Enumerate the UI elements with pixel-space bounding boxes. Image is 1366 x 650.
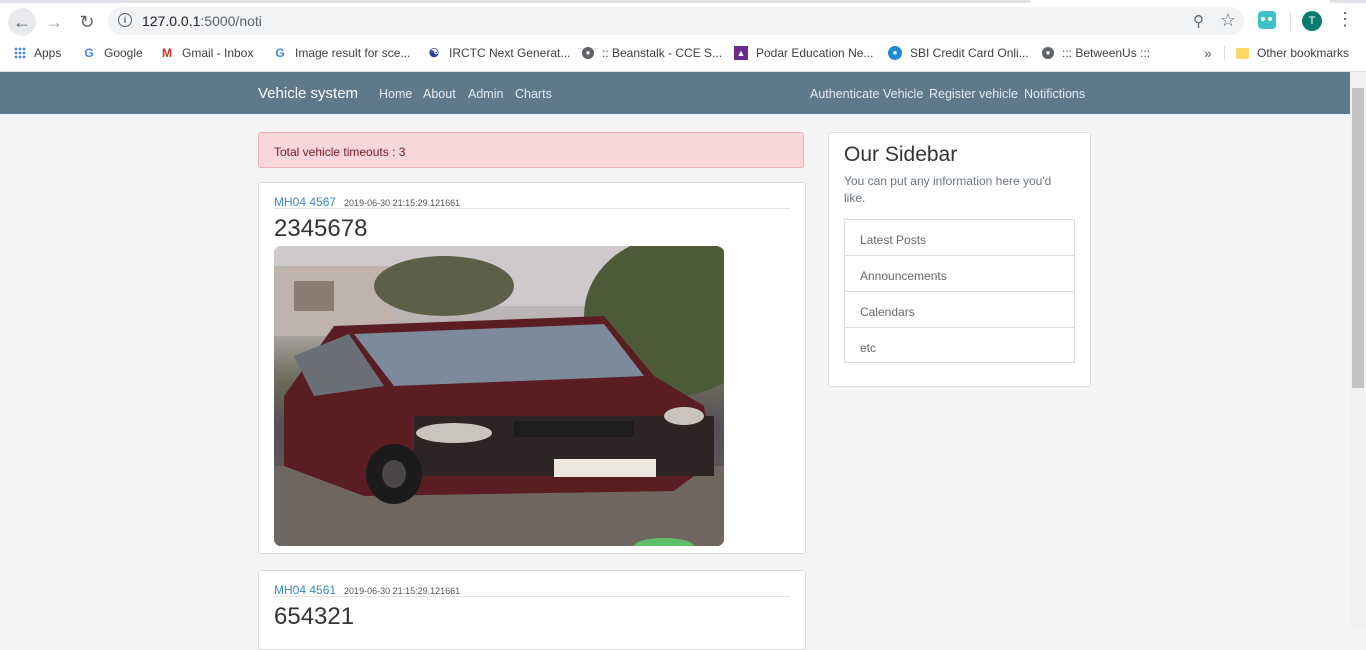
globe-icon: ● (1042, 47, 1054, 59)
reload-button[interactable]: ↻ (73, 8, 101, 36)
active-tab[interactable] (1030, 0, 1330, 3)
sidebar-item-calendars[interactable]: Calendars (844, 291, 1075, 327)
apps-grid-icon (14, 47, 26, 59)
other-bookmarks-label: Other bookmarks (1257, 46, 1350, 60)
bookmarks-divider (1224, 46, 1225, 60)
bookmark-label: Google (104, 46, 143, 60)
post-meta: MH04 4561 2019-06-30 21:15:29.121661 (274, 581, 790, 597)
bookmark-google[interactable]: G Google (82, 42, 143, 64)
brand-link[interactable]: Vehicle system (258, 85, 358, 102)
bookmark-apps[interactable]: Apps (14, 42, 61, 64)
url-path: :5000/noti (200, 13, 262, 29)
bookmark-label: ::: BetweenUs ::: (1062, 46, 1151, 60)
url-text[interactable]: 127.0.0.1:5000/noti (142, 13, 262, 29)
bookmark-label: SBI Credit Card Onli... (910, 46, 1029, 60)
nav-home[interactable]: Home (379, 87, 412, 101)
post-plate-link[interactable]: MH04 4561 (274, 583, 336, 597)
post-timestamp: 2019-06-30 21:15:29.121661 (344, 198, 461, 208)
bookmark-image-result[interactable]: G Image result for sce... (273, 42, 410, 64)
post-timestamp: 2019-06-30 21:15:29.121661 (344, 586, 461, 596)
bookmark-label: IRCTC Next Generat... (449, 46, 571, 60)
car-image-svg (274, 246, 724, 546)
bookmark-betweenus[interactable]: ●::: BetweenUs ::: (1042, 42, 1150, 64)
google-icon: G (275, 46, 285, 60)
nav-admin[interactable]: Admin (468, 87, 503, 101)
zoom-icon[interactable]: ⚲ (1193, 12, 1204, 30)
arrow-right-icon: → (45, 11, 63, 32)
podar-icon: ▲ (734, 46, 748, 60)
sidebar-item-latest-posts[interactable]: Latest Posts (844, 219, 1075, 255)
scrollbar-thumb[interactable] (1352, 88, 1364, 388)
tab-strip (0, 0, 1366, 3)
bookmark-beanstalk[interactable]: ●:: Beanstalk - CCE S... (582, 42, 722, 64)
reload-icon: ↻ (79, 11, 95, 32)
bookmark-label: Podar Education Ne... (756, 46, 874, 60)
bookmark-sbi[interactable]: ● SBI Credit Card Onli... (888, 42, 1029, 64)
sidebar: Our Sidebar You can put any information … (828, 132, 1091, 387)
bookmark-label: Gmail - Inbox (182, 46, 254, 60)
profile-avatar[interactable]: T (1302, 11, 1322, 31)
sidebar-description: You can put any information here you'd l… (844, 174, 1052, 205)
nav-notifications[interactable]: Notifictions (1024, 87, 1085, 101)
bookmarks-overflow-icon[interactable]: » (1204, 42, 1212, 64)
sidebar-item-etc[interactable]: etc (844, 327, 1075, 363)
forward-button[interactable]: → (40, 8, 68, 36)
url-host: 127.0.0.1 (142, 13, 201, 29)
irctc-icon: ☯ (428, 46, 440, 60)
address-bar[interactable]: i 127.0.0.1:5000/noti ⚲ ☆ (108, 7, 1244, 35)
sidebar-title: Our Sidebar (844, 143, 958, 166)
vehicle-post: MH04 4567 2019-06-30 21:15:29.121661 2345… (258, 182, 806, 554)
vehicle-photo (274, 246, 724, 546)
folder-icon (1236, 47, 1249, 59)
bookmark-irctc[interactable]: ☯ IRCTC Next Generat... (427, 42, 571, 64)
post-title: 654321 (274, 603, 355, 630)
sbi-icon: ● (888, 46, 902, 60)
alert-text: Total vehicle timeouts : 3 (274, 145, 406, 159)
more-menu-icon[interactable]: ⋮ (1336, 10, 1354, 28)
toolbar-divider (1290, 12, 1291, 30)
nav-register-vehicle[interactable]: Register vehicle (929, 87, 1018, 101)
sidebar-item-announcements[interactable]: Announcements (844, 255, 1075, 291)
site-navbar: Vehicle system Home About Admin Charts A… (0, 72, 1350, 114)
bookmark-label: :: Beanstalk - CCE S... (602, 46, 723, 60)
other-bookmarks[interactable]: Other bookmarks (1236, 42, 1349, 64)
timeout-alert: Total vehicle timeouts : 3 (258, 132, 804, 168)
post-meta: MH04 4567 2019-06-30 21:15:29.121661 (274, 193, 790, 209)
back-button[interactable]: ← (8, 8, 36, 36)
globe-icon: ● (582, 47, 594, 59)
bookmark-gmail[interactable]: M Gmail - Inbox (160, 42, 253, 64)
bookmark-star-icon[interactable]: ☆ (1220, 10, 1236, 31)
bookmark-podar[interactable]: ▲ Podar Education Ne... (734, 42, 873, 64)
bookmarks-bar: Apps G Google M Gmail - Inbox G Image resul… (0, 42, 1366, 64)
bookmark-label: Apps (34, 46, 62, 60)
google-icon: G (84, 46, 94, 60)
post-title: 2345678 (274, 215, 368, 242)
sidebar-list: Latest Posts Announcements Calendars etc (844, 219, 1075, 363)
nav-charts[interactable]: Charts (515, 87, 552, 101)
nav-about[interactable]: About (423, 87, 456, 101)
vehicle-post: MH04 4561 2019-06-30 21:15:29.121661 6543… (258, 570, 806, 650)
info-icon[interactable]: i (118, 13, 132, 27)
gmail-icon: M (162, 46, 172, 60)
extension-icon[interactable] (1258, 11, 1276, 29)
browser-chrome: ← → ↻ i 127.0.0.1:5000/noti ⚲ ☆ T ⋮ Apps… (0, 0, 1366, 72)
page-scrollbar[interactable] (1350, 72, 1366, 629)
bookmark-label: Image result for sce... (295, 46, 411, 60)
nav-authenticate-vehicle[interactable]: Authenticate Vehicle (810, 87, 923, 101)
post-plate-link[interactable]: MH04 4567 (274, 195, 336, 209)
arrow-left-icon: ← (13, 11, 31, 32)
